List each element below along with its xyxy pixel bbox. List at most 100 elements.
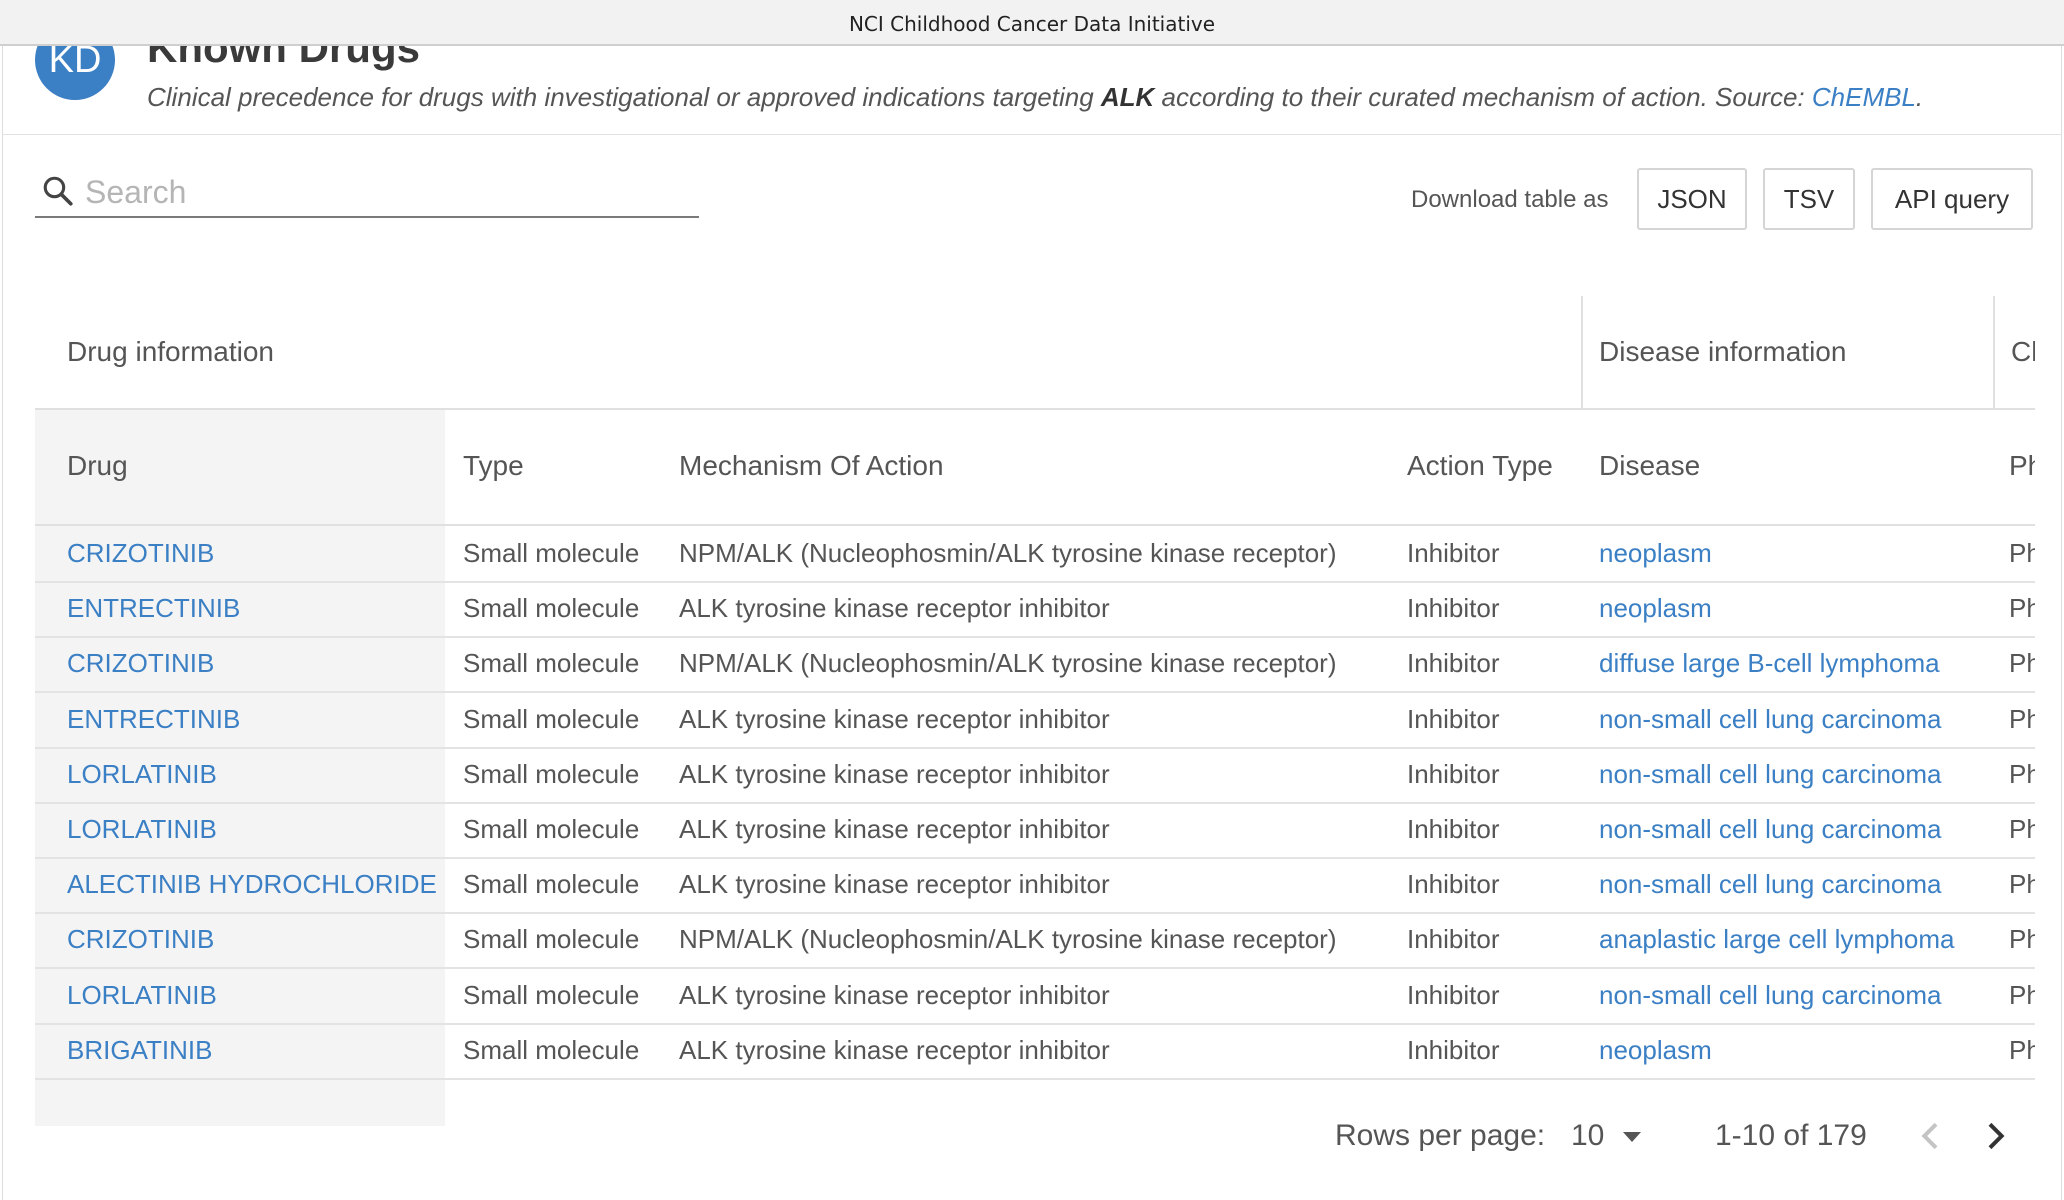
cell-action-type: Inhibitor <box>1407 979 1500 1010</box>
chevron-left-icon[interactable] <box>1911 1116 1951 1156</box>
search-input[interactable] <box>83 168 687 216</box>
column-header-action-type[interactable]: Action Type <box>1407 408 1587 524</box>
cell-mechanism: ALK tyrosine kinase receptor inhibitor <box>679 703 1110 734</box>
cell-action-type: Inhibitor <box>1407 593 1500 624</box>
cell-type: Small molecule <box>463 814 640 844</box>
api-query-button[interactable]: API query <box>1871 168 2033 230</box>
cell-mechanism: ALK tyrosine kinase receptor inhibitor <box>679 979 1110 1010</box>
search-icon <box>43 176 73 206</box>
group-drug-information: Drug information <box>67 336 274 367</box>
cell-disease[interactable]: neoplasm <box>1599 581 1999 636</box>
section-title: Known Drugs <box>147 46 420 71</box>
cell-disease[interactable]: non-small cell lung carcinoma <box>1599 747 1999 802</box>
known-drugs-card: KD Known Drugs Clinical precedence for d… <box>2 46 2062 1200</box>
table-row: BRIGATINIB Small molecule ALK tyrosine kin… <box>35 1023 2035 1080</box>
page: KD Known Drugs Clinical precedence for d… <box>0 46 2064 1200</box>
cell-drug[interactable]: LORLATINIB <box>67 747 437 802</box>
pagination-range: 1-10 of 179 <box>1715 1119 1867 1152</box>
cell-mechanism: NPM/ALK (Nucleophosmin/ALK tyrosine kina… <box>679 648 1337 679</box>
cell-type: Small molecule <box>463 538 640 568</box>
cell-type: Small molecule <box>463 924 640 955</box>
table-row: CRIZOTINIB Small molecule NPM/ALK (Nucleop… <box>35 526 2035 583</box>
chevron-right-icon[interactable] <box>1975 1116 2015 1156</box>
cell-drug[interactable]: BRIGATINIB <box>67 1023 437 1078</box>
known-drugs-table: Drug information Disease information Cl … <box>35 296 2035 1126</box>
cell-type: Small molecule <box>463 758 640 789</box>
cell-phase: Ph <box>2009 648 2035 679</box>
table-row: ALECTINIB HYDROCHLORIDE Small molecule ALK… <box>35 857 2035 915</box>
column-header-disease[interactable]: Disease <box>1599 408 1979 524</box>
cell-action-type: Inhibitor <box>1407 703 1500 734</box>
column-header-type[interactable]: Type <box>463 408 653 524</box>
cell-drug[interactable]: CRIZOTINIB <box>67 526 437 581</box>
table-row: LORLATINIB Small molecule ALK tyrosine kin… <box>35 747 2035 804</box>
source-link[interactable]: ChEMBL <box>1812 82 1916 112</box>
section-header: KD Known Drugs Clinical precedence for d… <box>3 46 2061 135</box>
table-row: ENTRECTINIB Small molecule ALK tyrosine ki… <box>35 692 2035 749</box>
cell-drug[interactable]: ALECTINIB HYDROCHLORIDE <box>67 857 437 912</box>
cell-drug[interactable]: ENTRECTINIB <box>67 692 437 747</box>
column-header-drug[interactable]: Drug <box>67 408 437 524</box>
cell-mechanism: NPM/ALK (Nucleophosmin/ALK tyrosine kina… <box>679 538 1337 568</box>
cell-disease[interactable]: non-small cell lung carcinoma <box>1599 802 1999 857</box>
section-avatar: KD <box>35 46 115 100</box>
table-row: ENTRECTINIB Small molecule ALK tyrosine ki… <box>35 581 2035 639</box>
cell-mechanism: ALK tyrosine kinase receptor inhibitor <box>679 758 1110 789</box>
cell-phase: Ph <box>2009 758 2035 789</box>
cell-mechanism: NPM/ALK (Nucleophosmin/ALK tyrosine kina… <box>679 924 1337 955</box>
section-description: Clinical precedence for drugs with inves… <box>147 82 1923 113</box>
cell-phase: Ph <box>2009 703 2035 734</box>
cell-drug[interactable]: CRIZOTINIB <box>67 636 437 691</box>
cell-disease[interactable]: anaplastic large cell lymphoma <box>1599 912 1999 967</box>
cell-mechanism: ALK tyrosine kinase receptor inhibitor <box>679 593 1110 624</box>
description-prefix: Clinical precedence for drugs with inves… <box>147 82 1101 112</box>
cell-action-type: Inhibitor <box>1407 869 1500 900</box>
column-group-header: Drug information Disease information Cl <box>35 296 2035 410</box>
download-tsv-button[interactable]: TSV <box>1763 168 1855 230</box>
cell-disease[interactable]: neoplasm <box>1599 526 1999 581</box>
download-label: Download table as <box>1411 186 1609 213</box>
cell-type: Small molecule <box>463 648 640 679</box>
cell-action-type: Inhibitor <box>1407 648 1500 679</box>
table-row: LORLATINIB Small molecule ALK tyrosine kin… <box>35 968 2035 1025</box>
cell-action-type: Inhibitor <box>1407 814 1500 844</box>
table-row: CRIZOTINIB Small molecule NPM/ALK (Nucleop… <box>35 636 2035 694</box>
cell-drug[interactable]: LORLATINIB <box>67 802 437 857</box>
cell-phase: Ph <box>2009 924 2035 955</box>
cell-drug[interactable]: CRIZOTINIB <box>67 912 437 967</box>
column-header-row: Drug Type Mechanism Of Action Action Typ… <box>35 408 2035 526</box>
rows-per-page-select[interactable]: 10 <box>1571 1106 1604 1166</box>
cell-disease[interactable]: neoplasm <box>1599 1023 1999 1078</box>
cell-type: Small molecule <box>463 869 640 900</box>
cell-disease[interactable]: non-small cell lung carcinoma <box>1599 692 1999 747</box>
cell-disease[interactable]: non-small cell lung carcinoma <box>1599 968 1999 1023</box>
column-header-phase[interactable]: Ph <box>2009 408 2035 524</box>
cell-phase: Ph <box>2009 538 2035 568</box>
chevron-down-icon[interactable] <box>1623 1132 1641 1142</box>
cell-phase: Ph <box>2009 814 2035 844</box>
cell-disease[interactable]: diffuse large B-cell lymphoma <box>1599 636 1999 691</box>
cell-disease[interactable]: non-small cell lung carcinoma <box>1599 857 1999 912</box>
cell-drug[interactable]: LORLATINIB <box>67 968 437 1023</box>
table-row: LORLATINIB Small molecule ALK tyrosine kin… <box>35 802 2035 859</box>
cell-phase: Ph <box>2009 593 2035 624</box>
target-symbol: ALK <box>1100 82 1155 112</box>
cell-mechanism: ALK tyrosine kinase receptor inhibitor <box>679 1034 1110 1065</box>
cell-action-type: Inhibitor <box>1407 538 1500 568</box>
window-title: NCI Childhood Cancer Data Initiative <box>0 0 2064 46</box>
rows-per-page-label: Rows per page: <box>1335 1119 1546 1152</box>
cell-drug[interactable]: ENTRECTINIB <box>67 581 437 636</box>
search-field <box>35 166 699 218</box>
description-suffix: . <box>1915 82 1924 112</box>
cell-mechanism: ALK tyrosine kinase receptor inhibitor <box>679 814 1110 844</box>
cell-action-type: Inhibitor <box>1407 1034 1500 1065</box>
cell-type: Small molecule <box>463 593 640 624</box>
cell-phase: Ph <box>2009 979 2035 1010</box>
group-clinical: Cl <box>1993 296 2035 408</box>
cell-type: Small molecule <box>463 979 640 1010</box>
download-json-button[interactable]: JSON <box>1637 168 1747 230</box>
cell-action-type: Inhibitor <box>1407 758 1500 789</box>
column-header-mechanism[interactable]: Mechanism Of Action <box>679 408 1359 524</box>
description-middle: according to their curated mechanism of … <box>1154 82 1812 112</box>
group-disease-information: Disease information <box>1581 296 1983 408</box>
